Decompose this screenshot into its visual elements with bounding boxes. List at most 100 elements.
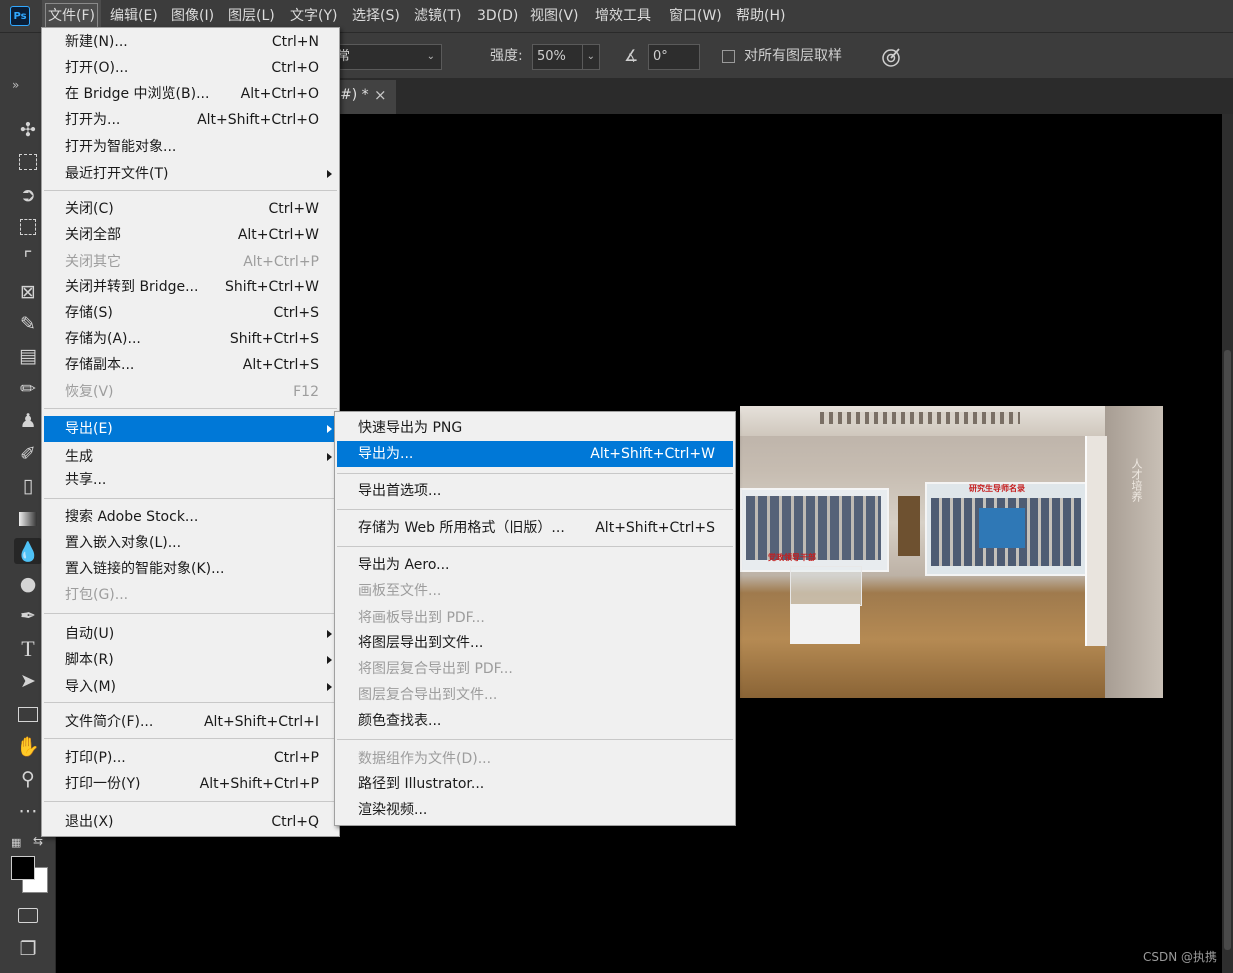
menu-item-save-as[interactable]: 存储为(A)... Shift+Ctrl+S bbox=[44, 326, 337, 352]
menu-item-place-linked[interactable]: 置入链接的智能对象(K)... bbox=[44, 556, 337, 582]
menu-window[interactable]: 窗口(W) bbox=[669, 0, 722, 32]
menu-item-color-lookup-tables[interactable]: 颜色查找表... bbox=[337, 708, 733, 734]
dodge-tool-icon[interactable]: ● bbox=[14, 571, 42, 597]
menu-separator bbox=[44, 190, 337, 191]
menu-separator bbox=[44, 702, 337, 703]
close-icon[interactable]: × bbox=[374, 86, 387, 104]
menu-item-layers-to-files[interactable]: 将图层导出到文件... bbox=[337, 630, 733, 656]
menu-filter[interactable]: 滤镜(T) bbox=[414, 0, 461, 32]
menu-item-export[interactable]: 导出(E) bbox=[44, 416, 337, 442]
pen-tool-icon[interactable]: ✒ bbox=[14, 603, 42, 629]
frame-tool-icon[interactable]: ⊠ bbox=[14, 279, 42, 305]
blur-tool-icon[interactable]: 💧 bbox=[14, 538, 42, 564]
menu-item-print[interactable]: 打印(P)... Ctrl+P bbox=[44, 745, 337, 771]
eyedropper-tool-icon[interactable]: ✎ bbox=[14, 311, 42, 337]
menu-item-import[interactable]: 导入(M) bbox=[44, 674, 337, 700]
object-select-tool-icon[interactable] bbox=[14, 214, 42, 240]
angle-value: 0° bbox=[653, 49, 668, 64]
menu-item-search-adobe-stock[interactable]: 搜索 Adobe Stock... bbox=[44, 504, 337, 530]
watermark: CSDN @执携 bbox=[1142, 950, 1217, 964]
menu-item-new[interactable]: 新建(N)... Ctrl+N bbox=[44, 29, 337, 55]
wall-panel bbox=[1085, 436, 1107, 646]
chevron-down-icon[interactable]: ⌄ bbox=[581, 45, 595, 69]
lasso-tool-icon[interactable]: ➲ bbox=[14, 182, 42, 208]
menu-separator bbox=[337, 739, 733, 740]
submenu-arrow-icon bbox=[327, 425, 332, 433]
healing-brush-tool-icon[interactable]: ▤ bbox=[14, 343, 42, 369]
menu-item-open-as-smart-object[interactable]: 打开为智能对象... bbox=[44, 134, 337, 160]
banner-right-text: 研究生导师名录 bbox=[969, 484, 1025, 493]
menu-separator bbox=[337, 509, 733, 510]
menu-separator bbox=[44, 613, 337, 614]
angle-input[interactable]: 0° bbox=[648, 44, 700, 70]
menu-item-close-others: 关闭其它 Alt+Ctrl+P bbox=[65, 254, 319, 270]
menu-item-open-recent[interactable]: 最近打开文件(T) bbox=[44, 161, 337, 187]
crop-tool-icon[interactable]: ⌜ bbox=[14, 246, 42, 272]
menu-help[interactable]: 帮助(H) bbox=[736, 0, 785, 32]
menu-item-exit[interactable]: 退出(X) Ctrl+Q bbox=[44, 809, 337, 835]
menu-item-share[interactable]: 共享... bbox=[44, 467, 337, 493]
menu-item-artboards-to-pdf: 将画板导出到 PDF... bbox=[358, 610, 485, 626]
menu-item-place-embedded[interactable]: 置入嵌入对象(L)... bbox=[44, 530, 337, 556]
panorama-image: 党政领导干部 研究生导师名录 人才培养 bbox=[740, 406, 1163, 698]
strength-input[interactable]: 50% ⌄ bbox=[532, 44, 600, 70]
menu-item-quick-export-png[interactable]: 快速导出为 PNG bbox=[337, 415, 733, 441]
pressure-icon[interactable] bbox=[880, 46, 902, 68]
menu-item-export-preferences[interactable]: 导出首选项... bbox=[337, 478, 733, 504]
menu-item-open[interactable]: 打开(O)... Ctrl+O bbox=[44, 55, 337, 81]
type-tool-icon[interactable]: T bbox=[14, 636, 42, 662]
more-tools-icon[interactable]: ⋯ bbox=[14, 798, 42, 824]
hand-tool-icon[interactable]: ✋ bbox=[14, 733, 42, 759]
quick-mask-icon[interactable] bbox=[14, 902, 42, 928]
menu-item-package: 打包(G)... bbox=[65, 587, 129, 603]
menu-item-paths-to-illustrator[interactable]: 路径到 Illustrator... bbox=[337, 771, 733, 797]
menu-item-automate[interactable]: 自动(U) bbox=[44, 621, 337, 647]
menu-item-export-to-aero[interactable]: 导出为 Aero... bbox=[337, 552, 733, 578]
path-select-tool-icon[interactable]: ➤ bbox=[14, 668, 42, 694]
menu-item-close-all[interactable]: 关闭全部 Alt+Ctrl+W bbox=[44, 222, 337, 248]
menu-view[interactable]: 视图(V) bbox=[530, 0, 579, 32]
submenu-arrow-icon bbox=[327, 683, 332, 691]
default-colors-icon[interactable]: ▦ bbox=[11, 836, 21, 849]
rectangle-tool-icon[interactable] bbox=[14, 701, 42, 727]
submenu-arrow-icon bbox=[327, 630, 332, 638]
angle-icon: ∡ bbox=[624, 46, 639, 65]
menu-item-render-video[interactable]: 渲染视频... bbox=[337, 797, 733, 823]
menu-item-save-copy[interactable]: 存储副本... Alt+Ctrl+S bbox=[44, 352, 337, 378]
menu-item-browse-in-bridge[interactable]: 在 Bridge 中浏览(B)... Alt+Ctrl+O bbox=[44, 81, 337, 107]
mode-select[interactable]: 常 ⌄ bbox=[332, 44, 442, 70]
history-brush-tool-icon[interactable]: ✐ bbox=[14, 441, 42, 467]
submenu-arrow-icon bbox=[327, 453, 332, 461]
menu-item-close[interactable]: 关闭(C) Ctrl+W bbox=[44, 196, 337, 222]
marquee-tool-icon[interactable] bbox=[14, 149, 42, 175]
photoshop-logo-icon[interactable]: Ps bbox=[10, 6, 30, 26]
eraser-tool-icon[interactable]: ▯ bbox=[14, 473, 42, 499]
menu-item-layer-comps-to-files: 图层复合导出到文件... bbox=[358, 687, 498, 703]
menu-item-save-for-web[interactable]: 存储为 Web 所用格式（旧版）... Alt+Shift+Ctrl+S bbox=[337, 515, 733, 541]
menu-item-save[interactable]: 存储(S) Ctrl+S bbox=[44, 300, 337, 326]
menu-item-open-as[interactable]: 打开为... Alt+Shift+Ctrl+O bbox=[44, 107, 337, 133]
display-case-glass bbox=[790, 566, 862, 606]
scrollbar-thumb[interactable] bbox=[1224, 350, 1231, 950]
stamp-tool-icon[interactable]: ♟ bbox=[14, 408, 42, 434]
foreground-color-swatch[interactable] bbox=[11, 856, 35, 880]
gradient-tool-icon[interactable] bbox=[14, 506, 42, 532]
collapse-panel-icon[interactable]: » bbox=[12, 78, 19, 92]
menu-3d[interactable]: 3D(D) bbox=[477, 0, 518, 32]
menu-item-file-info[interactable]: 文件简介(F)... Alt+Shift+Ctrl+I bbox=[44, 709, 337, 735]
menu-item-print-one-copy[interactable]: 打印一份(Y) Alt+Shift+Ctrl+P bbox=[44, 771, 337, 797]
sample-all-layers-checkbox[interactable] bbox=[722, 50, 735, 63]
menu-item-close-and-go-to-bridge[interactable]: 关闭并转到 Bridge... Shift+Ctrl+W bbox=[44, 274, 337, 300]
zoom-tool-icon[interactable]: ⚲ bbox=[14, 766, 42, 792]
menu-plugins[interactable]: 增效工具 bbox=[595, 0, 651, 32]
menu-item-scripts[interactable]: 脚本(R) bbox=[44, 647, 337, 673]
menu-separator bbox=[44, 738, 337, 739]
screen-mode-icon[interactable]: ❐ bbox=[14, 936, 42, 962]
move-tool-icon[interactable]: ✣ bbox=[14, 117, 42, 143]
submenu-arrow-icon bbox=[327, 170, 332, 178]
side-panel bbox=[898, 496, 920, 556]
brush-tool-icon[interactable]: ✏ bbox=[14, 376, 42, 402]
menu-item-revert: 恢复(V) F12 bbox=[65, 384, 319, 400]
menu-select[interactable]: 选择(S) bbox=[352, 0, 400, 32]
menu-item-export-as[interactable]: 导出为... Alt+Shift+Ctrl+W bbox=[337, 441, 733, 467]
